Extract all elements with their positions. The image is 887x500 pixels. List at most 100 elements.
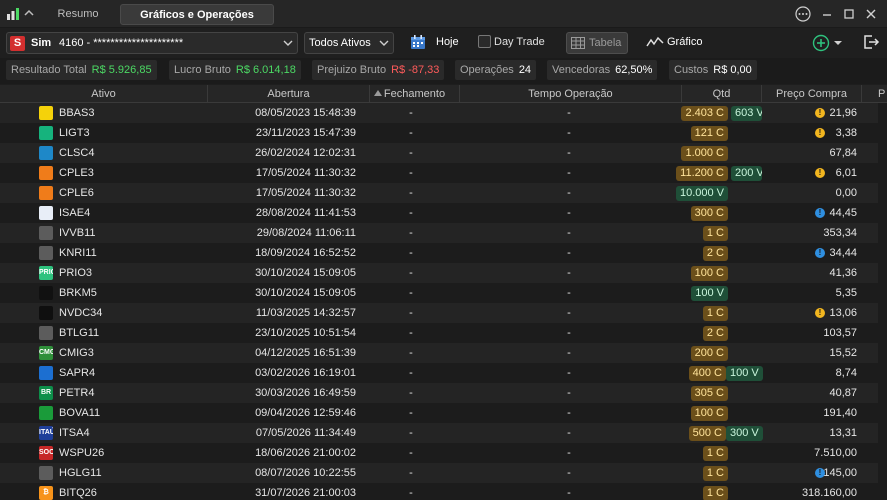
table-row[interactable]: ITAÚ ITSA4 07/05/2026 11:34:49 - - 500 C 300 V… — [0, 423, 887, 443]
brkm-icon — [39, 286, 53, 300]
table-row[interactable]: ₿ BITQ26 31/07/2026 21:00:03 - - 1 C 318.160,0… — [0, 483, 887, 500]
line-chart-icon[interactable] — [646, 36, 664, 48]
table-row[interactable]: KNRI11 18/09/2024 16:52:52- -2 C! 34,44 — [0, 243, 887, 263]
table-row[interactable]: CMG CMIG3 04/12/2025 16:51:39 - - 200 C 15,52 — [0, 343, 887, 363]
day-trade-label[interactable]: Day Trade — [494, 36, 545, 48]
column-header-abertura[interactable]: Abertura — [208, 85, 370, 103]
table-row[interactable]: PRIO PRIO3 30/10/2024 15:09:05 - - 100 C 41,36 — [0, 263, 887, 283]
open-datetime: 30/10/2024 15:09:05 — [255, 267, 356, 279]
prio-icon: PRIO — [39, 266, 53, 280]
tab-graficos-operacoes[interactable]: Gráficos e Operações — [120, 4, 274, 25]
asset-ticker: BOVA11 — [59, 407, 101, 419]
operation-duration: - — [567, 367, 571, 379]
exit-icon[interactable] — [862, 33, 880, 51]
table-row[interactable]: LIGT3 23/11/2023 15:47:39- -121 C! 3,38 — [0, 123, 887, 143]
buy-quantity-badge: 2.403 C — [681, 106, 728, 121]
table-row[interactable]: CLSC4 26/02/2024 12:02:31 - - 1.000 C 67,84 — [0, 143, 887, 163]
table-row[interactable]: BOVA11 09/04/2026 12:59:46 - - 100 C 191,40 — [0, 403, 887, 423]
table-row[interactable]: NVDC34 11/03/2025 14:32:57- -1 C! 13,06 — [0, 303, 887, 323]
close-datetime: - — [409, 487, 413, 499]
minimize-icon[interactable] — [818, 5, 836, 23]
open-datetime: 11/03/2025 14:32:57 — [255, 307, 356, 319]
table-row[interactable]: CPLE6 17/05/2024 11:30:32 - - 10.000 V 0,00 — [0, 183, 887, 203]
fund-icon — [39, 326, 53, 340]
quantity-cell: 100 C — [682, 403, 762, 423]
table-view-button[interactable]: Tabela — [566, 32, 628, 54]
chart-view-button[interactable]: Gráfico — [667, 36, 702, 48]
quantity-cell: 400 C 100 V — [682, 363, 763, 383]
table-row[interactable]: IVVB11 29/08/2024 11:06:11 - - 1 C 353,34 — [0, 223, 887, 243]
asset-ticker: CPLE6 — [59, 187, 94, 199]
stat-gross-loss: Prejuizo Bruto R$ -87,33 — [312, 60, 445, 80]
open-datetime: 30/03/2026 16:49:59 — [255, 387, 356, 399]
buy-price: 103,57 — [823, 327, 857, 339]
quantity-cell: 1 C — [682, 223, 762, 243]
buy-price: 40,87 — [829, 387, 857, 399]
table-row[interactable]: ISAE4 28/08/2024 11:41:53- -300 C! 44,45 — [0, 203, 887, 223]
asset-ticker: BBAS3 — [59, 107, 95, 119]
asset-ticker: BRKM5 — [59, 287, 97, 299]
table-row[interactable]: HGLG11 08/07/2026 10:22:55- -1 C! 145,00 — [0, 463, 887, 483]
table-row[interactable]: BTLG11 23/10/2025 10:51:54 - - 2 C 103,57 — [0, 323, 887, 343]
tab-resumo[interactable]: Resumo — [44, 4, 112, 25]
itau-icon: ITAÚ — [39, 426, 53, 440]
column-header-tempo-operacao[interactable]: Tempo Operação — [460, 85, 682, 103]
open-datetime: 09/04/2026 12:59:46 — [255, 407, 356, 419]
fund-icon — [39, 466, 53, 480]
close-icon[interactable] — [862, 5, 880, 23]
open-datetime: 18/06/2026 21:00:02 — [255, 447, 356, 459]
close-datetime: - — [409, 127, 413, 139]
close-datetime: - — [409, 467, 413, 479]
column-header-truncated[interactable]: P — [862, 85, 887, 103]
today-button[interactable]: Hoje — [436, 36, 459, 48]
stat-operations: Operações 24 — [455, 60, 537, 80]
table-header: Ativo Abertura Fechamento Tempo Operação… — [0, 85, 887, 103]
operation-duration: - — [567, 407, 571, 419]
chevron-down-icon[interactable] — [834, 39, 842, 47]
table-row[interactable]: SOO WSPU26 18/06/2026 21:00:02 - - 1 C 7.510,0… — [0, 443, 887, 463]
asset-ticker: PETR4 — [59, 387, 95, 399]
column-header-preco-compra[interactable]: Preço Compra — [762, 85, 862, 103]
close-datetime: - — [409, 447, 413, 459]
table-row[interactable]: BBAS3 08/05/2023 15:48:39- -2.403 C 603 V! 2… — [0, 103, 887, 123]
column-header-fechamento[interactable]: Fechamento — [370, 85, 460, 103]
app-logo-icon[interactable] — [6, 6, 20, 20]
chevron-up-icon[interactable] — [24, 8, 34, 18]
close-datetime: - — [409, 207, 413, 219]
maximize-icon[interactable] — [840, 5, 858, 23]
operation-duration: - — [567, 467, 571, 479]
asset-ticker: BITQ26 — [59, 487, 97, 499]
vertical-scrollbar[interactable] — [878, 103, 887, 500]
day-trade-checkbox[interactable] — [478, 35, 491, 48]
operation-duration: - — [567, 167, 571, 179]
column-header-ativo[interactable]: Ativo — [0, 85, 208, 103]
chevron-down-icon — [379, 40, 389, 46]
buy-price: 8,74 — [835, 367, 857, 379]
quantity-cell: 2 C — [682, 323, 762, 343]
buy-price: 5,35 — [835, 287, 857, 299]
asset-ticker: NVDC34 — [59, 307, 103, 319]
open-datetime: 18/09/2024 16:52:52 — [255, 247, 356, 259]
close-datetime: - — [409, 187, 413, 199]
buy-price: 15,52 — [829, 347, 857, 359]
table-row[interactable]: BR PETR4 30/03/2026 16:49:59 - - 305 C 40,87 — [0, 383, 887, 403]
open-datetime: 04/12/2025 16:51:39 — [255, 347, 356, 359]
close-datetime: - — [409, 367, 413, 379]
account-selector[interactable]: S Sim 4160 - ********************* — [6, 32, 298, 54]
column-header-qtd[interactable]: Qtd — [682, 85, 762, 103]
stat-gross-profit: Lucro Bruto R$ 6.014,18 — [169, 60, 301, 80]
table-row[interactable]: SAPR4 03/02/2026 16:19:01 - - 400 C 100 V 8,74 — [0, 363, 887, 383]
asset-ticker: WSPU26 — [59, 447, 105, 459]
buy-quantity-badge: 300 C — [690, 206, 728, 221]
operation-duration: - — [567, 307, 571, 319]
buy-price: 6,01 — [835, 167, 857, 179]
open-datetime: 08/05/2023 15:48:39 — [255, 107, 356, 119]
assets-filter-select[interactable]: Todos Ativos — [304, 32, 394, 54]
table-row[interactable]: BRKM5 30/10/2024 15:09:05 - - 100 V 5,35 — [0, 283, 887, 303]
more-options-icon[interactable] — [794, 5, 812, 23]
calendar-icon[interactable] — [410, 34, 426, 50]
asset-ticker: IVVB11 — [59, 227, 96, 239]
table-row[interactable]: CPLE3 17/05/2024 11:30:32- -11.200 C 200 V!… — [0, 163, 887, 183]
open-datetime: 23/10/2025 10:51:54 — [255, 327, 356, 339]
add-circle-icon[interactable] — [812, 34, 830, 52]
